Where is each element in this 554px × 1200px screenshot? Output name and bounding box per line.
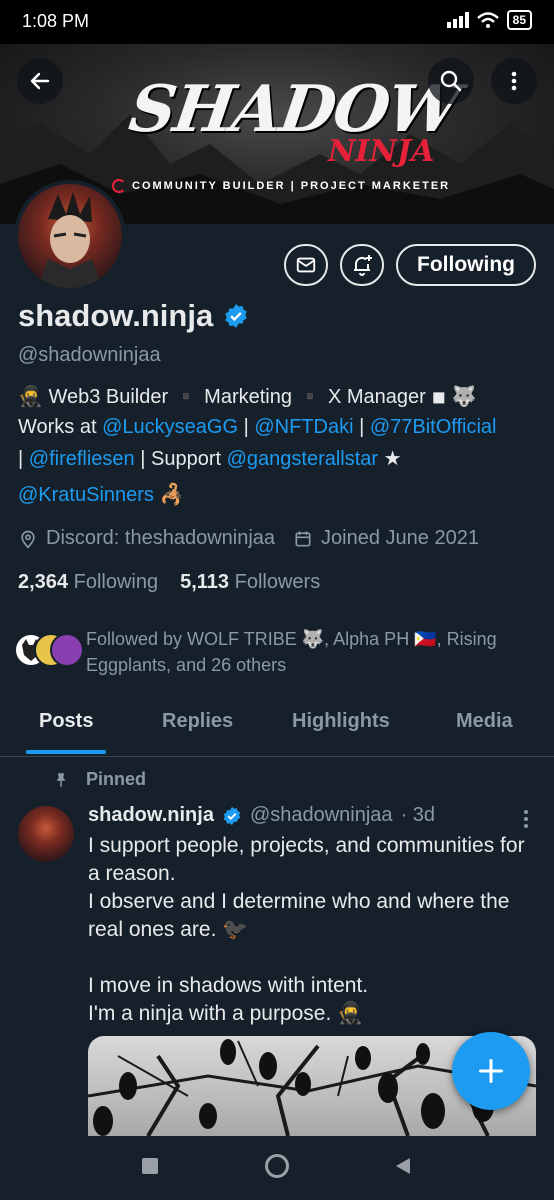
follow-counts: 2,364 Following 5,113 Followers — [18, 571, 320, 594]
bio-link-77bit[interactable]: @77BitOfficial — [370, 416, 497, 438]
bell-plus-icon — [354, 255, 372, 276]
following-label: Following — [73, 571, 159, 593]
bio-works-at: Works at — [18, 416, 103, 438]
bio-separator: | — [353, 416, 370, 438]
profile-meta: Discord: theshadowninjaa Joined June 202… — [18, 527, 479, 550]
bio-separator: | — [18, 448, 29, 470]
back-nav-icon[interactable] — [394, 1156, 412, 1176]
more-vertical-icon — [511, 71, 517, 91]
profile-bio: 🥷 Web3 Builder ▪️ Marketing ▪️ X Manager… — [18, 382, 538, 510]
plus-icon — [478, 1058, 504, 1084]
profile-location: Discord: theshadowninjaa — [46, 527, 276, 549]
bio-link-gangsterallstar[interactable]: @gangsterallstar — [227, 448, 378, 470]
arrow-left-icon — [30, 72, 50, 90]
ninja-emoji: 🥷 — [18, 386, 43, 408]
message-button[interactable] — [284, 244, 328, 286]
calendar-icon — [295, 531, 311, 546]
back-button[interactable] — [17, 58, 63, 104]
followed-by-text[interactable]: Followed by WOLF TRIBE 🐺, Alpha PH 🇵🇭, R… — [86, 626, 526, 678]
tab-highlights[interactable]: Highlights — [292, 710, 390, 733]
bio-line-end: 🦂 — [153, 484, 185, 506]
post-author-handle: @shadowninjaa — [249, 804, 393, 826]
post-more-icon[interactable] — [518, 808, 534, 830]
search-button[interactable] — [428, 58, 474, 104]
tab-posts[interactable]: Posts — [39, 710, 93, 733]
compose-post-button[interactable] — [452, 1032, 530, 1110]
recent-apps-icon[interactable] — [141, 1157, 159, 1175]
notifications-button[interactable] — [340, 244, 384, 286]
home-icon[interactable] — [264, 1153, 290, 1179]
status-bar: 1:08 PM 85 — [0, 0, 554, 44]
verified-badge-icon — [223, 806, 241, 825]
profile-name-row: shadow.ninja — [18, 298, 249, 334]
banner-tagline-text: COMMUNITY BUILDER | PROJECT MARKETER — [132, 180, 451, 192]
profile-tabs: Posts Replies Highlights Media — [0, 696, 554, 757]
bio-link-nftdaki[interactable]: @NFTDaki — [254, 416, 353, 438]
followers-label: Followers — [234, 571, 321, 593]
post-text: I support people, projects, and communit… — [88, 834, 525, 1025]
profile-handle: @shadowninjaa — [18, 344, 161, 366]
wifi-icon — [476, 12, 499, 28]
post-header: shadow.ninja @shadowninjaa · 3d — [88, 804, 435, 827]
signal-icon — [446, 12, 469, 28]
bio-link-kratusinners[interactable]: @KratuSinners — [18, 484, 154, 506]
more-options-button[interactable] — [491, 58, 537, 104]
bio-star: ★ — [378, 448, 402, 470]
post-author-name[interactable]: shadow.ninja — [88, 804, 214, 827]
post-time: · 3d — [400, 804, 436, 826]
following-count: 2,364 — [18, 571, 69, 593]
pin-icon — [56, 772, 66, 787]
banner-subtitle: NINJA — [328, 134, 435, 169]
location-pin-icon — [21, 530, 35, 549]
mail-icon — [296, 257, 316, 273]
bio-separator: | — [238, 416, 255, 438]
follower-avatar-3 — [50, 633, 84, 667]
battery-indicator: 85 — [506, 10, 532, 30]
search-icon — [440, 70, 462, 92]
bio-link-luckysea[interactable]: @LuckyseaGG — [102, 416, 238, 438]
profile-name: shadow.ninja — [18, 298, 214, 333]
avatar-illustration — [38, 192, 102, 288]
tab-media[interactable]: Media — [456, 710, 513, 733]
following-button[interactable]: Following — [396, 244, 536, 286]
banner-tagline: COMMUNITY BUILDER | PROJECT MARKETER — [112, 179, 450, 193]
bio-link-firefliesen[interactable]: @firefliesen — [29, 448, 135, 470]
ring-icon — [112, 179, 126, 193]
followers-count-link[interactable]: 5,113 Followers — [180, 571, 320, 594]
post-author-avatar[interactable] — [18, 806, 74, 862]
status-time: 1:08 PM — [22, 11, 90, 31]
tab-replies[interactable]: Replies — [162, 710, 233, 733]
system-nav-bar — [0, 1136, 554, 1200]
verified-badge-icon[interactable] — [223, 303, 249, 329]
profile-avatar[interactable] — [14, 180, 126, 292]
pinned-text: Pinned — [86, 769, 147, 789]
bio-line1: Web3 Builder ▪️ Marketing ▪️ X Manager ◾… — [42, 386, 477, 408]
followers-count: 5,113 — [180, 571, 230, 593]
active-tab-indicator — [26, 750, 106, 754]
profile-joined: Joined June 2021 — [321, 527, 479, 549]
bio-support: | Support — [134, 448, 227, 470]
pinned-label: Pinned — [52, 769, 146, 790]
following-count-link[interactable]: 2,364 Following — [18, 571, 158, 594]
